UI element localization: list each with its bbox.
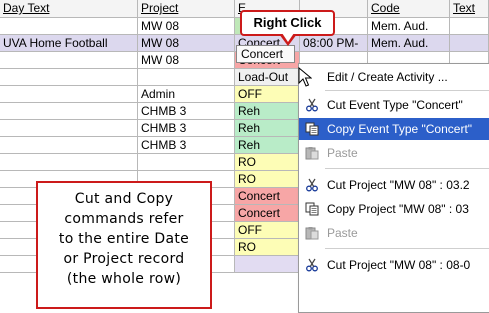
callout-pointer-inner	[282, 33, 294, 42]
table-cell-day-text[interactable]	[0, 52, 138, 69]
table-cell-code[interactable]: Mem. Aud.	[368, 18, 450, 35]
menu-item-label: Cut Project "MW 08" : 08-0	[327, 258, 471, 272]
table-cell-project[interactable]: CHMB 3	[138, 120, 235, 137]
table-cell-day-text[interactable]	[0, 137, 138, 154]
header-code[interactable]: Code	[368, 0, 450, 18]
note-line: commands refer	[64, 211, 184, 227]
menu-item-label: Paste	[327, 146, 358, 160]
table-cell-event[interactable]: OFF	[235, 86, 300, 103]
table-cell-code[interactable]: Mem. Aud.	[368, 35, 450, 52]
menu-item-label: Paste	[327, 226, 358, 240]
table-cell-event[interactable]: Reh	[235, 137, 300, 154]
menu-item-3[interactable]: Copy Event Type "Concert"	[299, 118, 489, 140]
table-cell-project[interactable]: CHMB 3	[138, 137, 235, 154]
copy-icon	[305, 122, 319, 136]
table-cell-event[interactable]: RO	[235, 154, 300, 171]
active-event-cell[interactable]: Concert	[236, 45, 295, 63]
table-cell-day-text[interactable]	[0, 120, 138, 137]
menu-item-1[interactable]: Edit / Create Activity ...	[299, 66, 489, 88]
menu-item-2[interactable]: Cut Event Type "Concert"	[299, 94, 489, 116]
paste-icon	[305, 147, 319, 160]
table-cell-project[interactable]	[138, 69, 235, 86]
table-cell-day-text[interactable]	[0, 154, 138, 171]
menu-item-label: Copy Project "MW 08" : 03	[327, 202, 469, 216]
table-cell-project[interactable]: CHMB 3	[138, 103, 235, 120]
menu-item-8[interactable]: Cut Project "MW 08" : 08-0	[299, 254, 489, 276]
table-cell-day-text[interactable]	[0, 69, 138, 86]
menu-item-7[interactable]: Paste	[299, 222, 489, 244]
menu-separator	[325, 248, 489, 249]
table-cell-time[interactable]: 08:00 PM-	[300, 35, 368, 52]
table-cell-day-text[interactable]: UVA Home Football	[0, 35, 138, 52]
menu-item-6[interactable]: Copy Project "MW 08" : 03	[299, 198, 489, 220]
table-cell-text[interactable]	[450, 35, 489, 52]
header-text[interactable]: Text	[450, 0, 489, 18]
table-cell-day-text[interactable]	[0, 18, 138, 35]
table-cell-text[interactable]	[450, 18, 489, 35]
header-day-text[interactable]: Day Text	[0, 0, 138, 18]
mouse-cursor-icon	[298, 67, 312, 87]
paste-icon	[305, 227, 319, 240]
scissors-icon	[306, 98, 318, 112]
table-cell-project[interactable]: MW 08	[138, 18, 235, 35]
table-cell-project[interactable]: MW 08	[138, 35, 235, 52]
table-cell-event[interactable]: Reh	[235, 120, 300, 137]
table-cell-event[interactable]: Concert	[235, 188, 300, 205]
explanation-note: Cut and Copy commands refer to the entir…	[36, 181, 212, 309]
table-cell-project[interactable]: Admin	[138, 86, 235, 103]
menu-separator	[325, 168, 489, 169]
copy-icon	[305, 202, 319, 216]
table-cell-event[interactable]: Reh	[235, 103, 300, 120]
menu-item-label: Cut Event Type "Concert"	[327, 98, 463, 112]
table-cell-event[interactable]	[235, 256, 300, 273]
menu-item-4[interactable]: Paste	[299, 142, 489, 164]
scissors-icon	[306, 178, 318, 192]
table-cell-day-text[interactable]	[0, 86, 138, 103]
menu-item-5[interactable]: Cut Project "MW 08" : 03.2	[299, 174, 489, 196]
context-menu: Edit / Create Activity ... Cut Event Type…	[298, 63, 489, 313]
scissors-icon	[306, 258, 318, 272]
table-cell-day-text[interactable]	[0, 103, 138, 120]
note-line: Cut and Copy	[74, 191, 174, 207]
table-cell-project[interactable]	[138, 154, 235, 171]
menu-item-label: Copy Event Type "Concert"	[327, 122, 473, 136]
note-line: to the entire Date	[58, 231, 190, 247]
table-cell-project[interactable]: MW 08	[138, 52, 235, 69]
table-cell-event[interactable]: RO	[235, 171, 300, 188]
header-project[interactable]: Project	[138, 0, 235, 18]
table-cell-event[interactable]: Load-Out	[235, 69, 300, 86]
note-line: (the whole row)	[66, 271, 182, 287]
menu-item-label: Edit / Create Activity ...	[327, 70, 448, 84]
table-cell-event[interactable]: RO	[235, 239, 300, 256]
menu-separator	[325, 90, 489, 91]
table-cell-event[interactable]: OFF	[235, 222, 300, 239]
menu-item-label: Cut Project "MW 08" : 03.2	[327, 178, 470, 192]
table-cell-event[interactable]: Concert	[235, 205, 300, 222]
note-line: or Project record	[63, 251, 185, 267]
